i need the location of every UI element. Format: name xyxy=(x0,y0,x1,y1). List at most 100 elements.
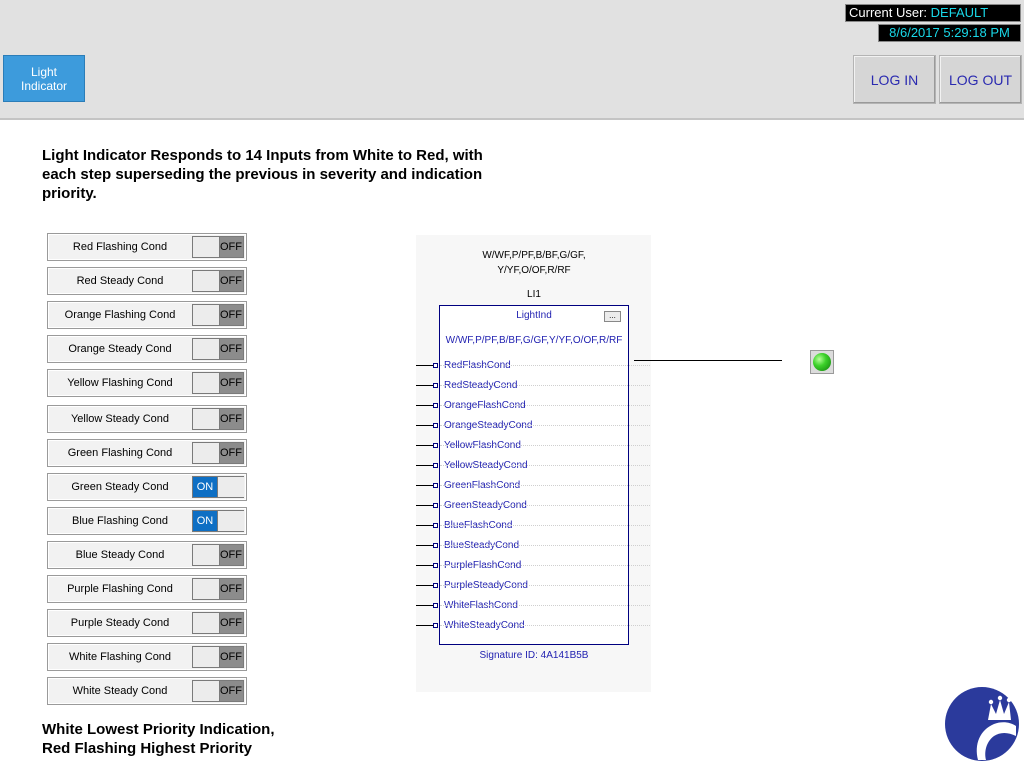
toggle-state-text: OFF xyxy=(220,617,242,629)
toggle-switch[interactable]: OFF xyxy=(192,544,244,566)
light-indicator-function-block[interactable]: LightInd ... W/WF,P/PF,B/BF,G/GF,Y/YF,O/… xyxy=(439,305,629,645)
toggle-label: Red Flashing Cond xyxy=(72,241,168,253)
toggle-row: Green Flashing Cond OFF xyxy=(47,439,247,467)
input-pin[interactable] xyxy=(433,543,438,548)
input-wire xyxy=(416,625,434,626)
toggle-switch[interactable]: OFF xyxy=(192,442,244,464)
toggle-label: Yellow Steady Cond xyxy=(70,413,170,425)
function-block-input-label: BlueFlashCond xyxy=(444,520,513,531)
toggle-state-text: ON xyxy=(196,481,214,493)
toggle-switch[interactable]: OFF xyxy=(192,304,244,326)
toggle-knob[interactable] xyxy=(193,681,220,701)
input-pin[interactable] xyxy=(433,623,438,628)
toggle-switch[interactable]: OFF xyxy=(192,270,244,292)
input-pin[interactable] xyxy=(433,463,438,468)
datetime-display: 8/6/2017 5:29:18 PM xyxy=(878,24,1021,42)
function-block-type: LightInd xyxy=(516,310,552,321)
toggle-row: Red Flashing Cond OFF xyxy=(47,233,247,261)
input-guide-line xyxy=(440,365,650,366)
function-block-signature: Signature ID: 4A141B5B xyxy=(479,650,589,661)
toggle-state-text: ON xyxy=(196,515,214,527)
toggle-knob[interactable] xyxy=(193,613,220,633)
toggle-knob[interactable] xyxy=(193,409,220,429)
crown-logo-icon xyxy=(945,687,1019,761)
header-bar: Light Indicator Current User: DEFAULT 8/… xyxy=(0,0,1024,120)
input-pin[interactable] xyxy=(433,383,438,388)
toggle-label: Purple Flashing Cond xyxy=(67,583,173,595)
toggle-switch[interactable]: OFF xyxy=(192,338,244,360)
toggle-switch[interactable]: OFF xyxy=(192,408,244,430)
green-lamp-icon xyxy=(813,353,831,371)
input-guide-line xyxy=(440,625,650,626)
toggle-knob[interactable] xyxy=(193,545,220,565)
toggle-knob[interactable] xyxy=(193,443,220,463)
toggle-knob[interactable] xyxy=(193,373,220,393)
toggle-label: Orange Steady Cond xyxy=(68,343,172,355)
function-block-more-button[interactable]: ... xyxy=(604,311,621,322)
toggle-label: Red Steady Cond xyxy=(76,275,164,287)
toggle-switch[interactable]: ON xyxy=(192,510,244,532)
toggle-label: White Steady Cond xyxy=(72,685,168,697)
toggle-row: Purple Steady Cond OFF xyxy=(47,609,247,637)
function-block-input-label: RedFlashCond xyxy=(444,360,511,371)
input-guide-line xyxy=(440,485,650,486)
input-pin[interactable] xyxy=(433,403,438,408)
input-pin[interactable] xyxy=(433,583,438,588)
input-guide-line xyxy=(440,385,650,386)
current-user-value: DEFAULT xyxy=(930,5,989,20)
toggle-switch[interactable]: OFF xyxy=(192,612,244,634)
toggle-state-text: OFF xyxy=(220,447,242,459)
function-block-input-label: GreenFlashCond xyxy=(444,480,521,491)
toggle-knob[interactable] xyxy=(193,647,220,667)
toggle-state-text: OFF xyxy=(220,549,242,561)
toggle-knob[interactable] xyxy=(193,579,220,599)
function-block-input-label: GreenSteadyCond xyxy=(444,500,527,511)
toggle-switch[interactable]: ON xyxy=(192,476,244,498)
login-button[interactable]: LOG IN xyxy=(853,55,936,104)
input-guide-line xyxy=(440,585,650,586)
toggle-switch[interactable]: OFF xyxy=(192,578,244,600)
input-guide-line xyxy=(440,605,650,606)
input-pin[interactable] xyxy=(433,483,438,488)
priority-note: White Lowest Priority Indication, Red Fl… xyxy=(42,720,362,758)
priority-note-line-1: White Lowest Priority Indication, xyxy=(42,721,275,738)
input-pin[interactable] xyxy=(433,603,438,608)
input-wire xyxy=(416,385,434,386)
toggle-row: Orange Flashing Cond OFF xyxy=(47,301,247,329)
input-guide-line xyxy=(440,505,650,506)
logout-button[interactable]: LOG OUT xyxy=(939,55,1022,104)
input-pin[interactable] xyxy=(433,523,438,528)
toggle-knob[interactable] xyxy=(193,339,220,359)
toggle-knob[interactable] xyxy=(217,477,244,497)
toggle-knob[interactable] xyxy=(193,305,220,325)
input-wire xyxy=(416,505,434,506)
function-block-input-label: PurpleSteadyCond xyxy=(444,580,528,591)
toggle-state-text: OFF xyxy=(220,343,242,355)
toggle-row: Yellow Flashing Cond OFF xyxy=(47,369,247,397)
toggle-switch[interactable]: OFF xyxy=(192,646,244,668)
input-guide-line xyxy=(440,465,650,466)
light-indicator-nav-button[interactable]: Light Indicator xyxy=(3,55,85,102)
toggle-knob[interactable] xyxy=(193,271,220,291)
toggle-switch[interactable]: OFF xyxy=(192,236,244,258)
toggle-row: Blue Steady Cond OFF xyxy=(47,541,247,569)
toggle-row: Purple Flashing Cond OFF xyxy=(47,575,247,603)
input-pin[interactable] xyxy=(433,443,438,448)
function-block-input-label: YellowFlashCond xyxy=(444,440,521,451)
toggle-row: Yellow Steady Cond OFF xyxy=(47,405,247,433)
input-wire xyxy=(416,565,434,566)
toggle-knob[interactable] xyxy=(193,237,220,257)
input-pin[interactable] xyxy=(433,423,438,428)
input-pin[interactable] xyxy=(433,563,438,568)
indicator-lamp xyxy=(810,350,834,374)
input-pin[interactable] xyxy=(433,363,438,368)
input-wire xyxy=(416,525,434,526)
input-wire xyxy=(416,485,434,486)
toggle-switch[interactable]: OFF xyxy=(192,680,244,702)
description-text: Light Indicator Responds to 14 Inputs fr… xyxy=(42,147,483,202)
current-user-display: Current User: DEFAULT xyxy=(845,4,1021,22)
toggle-label: Orange Flashing Cond xyxy=(64,309,176,321)
toggle-knob[interactable] xyxy=(217,511,244,531)
toggle-switch[interactable]: OFF xyxy=(192,372,244,394)
input-pin[interactable] xyxy=(433,503,438,508)
